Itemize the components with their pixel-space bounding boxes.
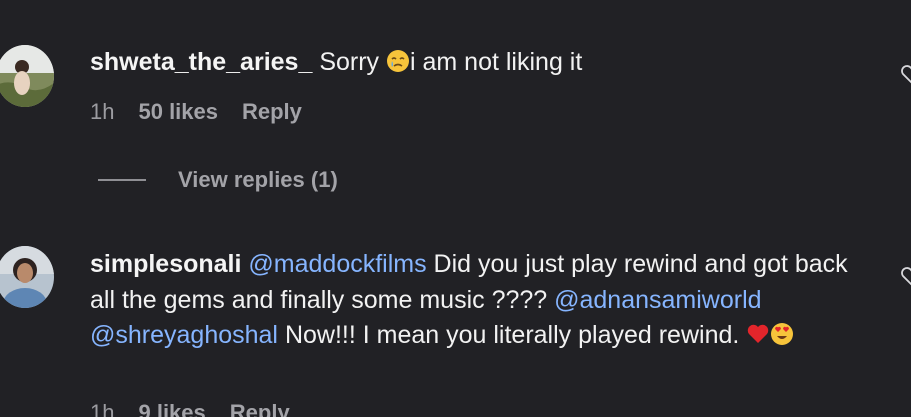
- comment-1-text-before: Sorry: [319, 48, 386, 76]
- comment-1-reply-button[interactable]: Reply: [242, 99, 302, 125]
- comment-2-mention-maddockfilms[interactable]: @maddockfilms: [248, 250, 426, 278]
- comment-2-like-heart-icon[interactable]: [900, 265, 911, 287]
- crying-face-emoji: [386, 48, 410, 76]
- comments-panel: shweta_the_aries_ Sorry i am not liking …: [0, 0, 911, 417]
- comment-1-like-heart-icon[interactable]: [900, 63, 911, 85]
- comment-2-mention-adnansamiworld[interactable]: @adnansamiworld: [554, 286, 761, 314]
- avatar-simplesonali[interactable]: [0, 246, 54, 308]
- comment-1-view-replies[interactable]: View replies (1): [98, 167, 338, 193]
- comment-2-mention-shreyaghoshal[interactable]: @shreyaghoshal: [90, 321, 278, 349]
- comment-1-likes[interactable]: 50 likes: [138, 99, 218, 125]
- comment-1-body: shweta_the_aries_ Sorry i am not liking …: [90, 45, 870, 81]
- comment-2-reply-button[interactable]: Reply: [230, 400, 290, 417]
- comment-2-likes[interactable]: 9 likes: [138, 400, 205, 417]
- comment-1-time: 1h: [90, 99, 115, 124]
- comment-1-meta: 1h 50 likes Reply: [90, 99, 302, 125]
- avatar-shweta[interactable]: [0, 45, 54, 107]
- comment-1-username[interactable]: shweta_the_aries_: [90, 48, 312, 76]
- comment-2-username[interactable]: simplesonali: [90, 250, 241, 278]
- comment-2-body: simplesonali @maddockfilms Did you just …: [90, 247, 870, 354]
- comment-2-text-3: Now!!! I mean you literally played rewin…: [278, 321, 747, 349]
- comment-1-text-after: i am not liking it: [410, 48, 583, 76]
- comment-2-meta: 1h 9 likes Reply: [90, 400, 290, 417]
- heart-eyes-emoji: [770, 321, 794, 349]
- red-heart-emoji: [746, 321, 770, 349]
- comment-2-time: 1h: [90, 400, 115, 417]
- view-replies-divider: [98, 179, 146, 181]
- view-replies-label[interactable]: View replies (1): [178, 167, 338, 193]
